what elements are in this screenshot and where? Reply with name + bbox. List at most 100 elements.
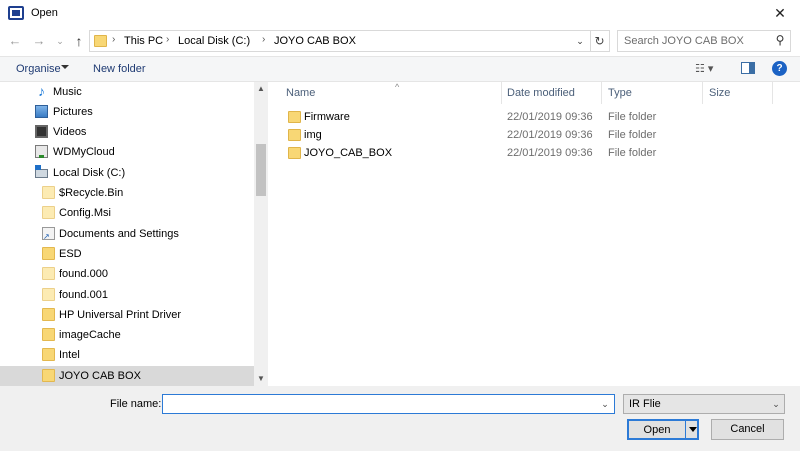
help-icon[interactable]: ?: [772, 61, 787, 76]
nav-item-label: found.000: [59, 268, 108, 280]
recent-locations-chevron-icon[interactable]: ⌄: [51, 32, 69, 50]
back-arrow-icon[interactable]: ←: [6, 32, 24, 50]
scrollbar-thumb[interactable]: [256, 144, 266, 196]
file-date: 22/01/2019 09:36: [507, 111, 593, 123]
command-toolbar: Organise New folder ☷ ▾ ?: [0, 56, 800, 82]
breadcrumb-separator: ›: [112, 34, 116, 45]
file-list: Name ^ Date modified Type Size Firmware …: [270, 82, 800, 386]
change-view-icon[interactable]: ☷ ▾: [695, 62, 727, 78]
file-type: File folder: [608, 129, 657, 141]
filename-combobox[interactable]: ⌄: [162, 394, 615, 414]
title-bar: Open ✕: [0, 0, 800, 27]
refresh-icon[interactable]: ↻: [590, 30, 610, 52]
open-button-label: Open: [643, 424, 671, 436]
folder-icon: [42, 267, 55, 280]
scroll-up-arrow-icon[interactable]: ▲: [254, 82, 268, 96]
cancel-button[interactable]: Cancel: [711, 419, 784, 440]
nav-scrollbar[interactable]: ▲ ▼: [254, 82, 268, 386]
file-date: 22/01/2019 09:36: [507, 129, 593, 141]
nav-item-joyo-cab-box[interactable]: JOYO CAB BOX: [0, 366, 254, 386]
breadcrumb-separator: ›: [166, 34, 170, 45]
filter-dropdown-chevron-icon[interactable]: ⌄: [769, 397, 783, 411]
nav-item-found-000[interactable]: found.000: [0, 264, 254, 284]
pictures-icon: [35, 105, 48, 118]
folder-icon: [288, 111, 301, 123]
shortcut-folder-icon: [42, 227, 55, 241]
new-folder-button[interactable]: New folder: [93, 63, 146, 75]
navigation-pane: ♪ Music Pictures Videos WDMyCloud Local …: [0, 82, 268, 386]
folder-icon: [42, 308, 55, 321]
close-button[interactable]: ✕: [760, 0, 800, 27]
folder-icon: [42, 247, 55, 260]
nav-item-videos[interactable]: Videos: [0, 122, 254, 142]
column-header-size[interactable]: Size: [703, 82, 773, 104]
nav-item-config-msi[interactable]: Config.Msi: [0, 203, 254, 223]
open-split-dropdown[interactable]: [685, 421, 699, 438]
music-icon: ♪: [38, 83, 45, 99]
forward-arrow-icon[interactable]: →: [30, 32, 48, 50]
folder-icon: [42, 328, 55, 341]
nav-item-label: Config.Msi: [59, 207, 111, 219]
organise-dropdown-arrow-icon[interactable]: [61, 65, 69, 69]
organise-button[interactable]: Organise: [16, 63, 61, 75]
folder-icon: [42, 348, 55, 361]
dialog-footer: File name: ⌄ IR Flie ⌄ Open Cancel: [0, 386, 800, 451]
folder-icon: [42, 369, 55, 382]
table-row[interactable]: JOYO_CAB_BOX 22/01/2019 09:36 File folde…: [282, 144, 774, 162]
filename-dropdown-chevron-icon[interactable]: ⌄: [598, 397, 612, 411]
file-name: img: [304, 129, 322, 141]
file-type: File folder: [608, 111, 657, 123]
nav-item-label: Local Disk (C:): [53, 167, 126, 179]
app-icon: [8, 6, 24, 20]
table-row[interactable]: img 22/01/2019 09:36 File folder: [282, 126, 774, 144]
preview-pane-icon[interactable]: [741, 62, 755, 74]
scroll-down-arrow-icon[interactable]: ▼: [254, 372, 268, 386]
search-input[interactable]: [624, 34, 769, 48]
breadcrumb-local-disk[interactable]: Local Disk (C:): [178, 35, 250, 47]
breadcrumb-joyo-cab-box[interactable]: JOYO CAB BOX: [274, 35, 356, 47]
nav-item-label: Pictures: [53, 106, 93, 118]
nav-item-label: $Recycle.Bin: [59, 187, 124, 199]
nav-item-label: Intel: [59, 349, 80, 361]
nav-item-esd[interactable]: ESD: [0, 244, 254, 264]
file-name: Firmware: [304, 111, 350, 123]
file-date: 22/01/2019 09:36: [507, 147, 593, 159]
nav-item-imagecache[interactable]: imageCache: [0, 325, 254, 345]
local-disk-icon: [35, 165, 48, 178]
nav-item-hp-universal-print-driver[interactable]: HP Universal Print Driver: [0, 305, 254, 325]
nav-item-documents-and-settings[interactable]: Documents and Settings: [0, 224, 254, 244]
folder-icon: [42, 288, 55, 301]
nav-item-pictures[interactable]: Pictures: [0, 102, 254, 122]
folder-icon: [94, 35, 107, 47]
open-button[interactable]: Open: [627, 419, 699, 440]
table-row[interactable]: Firmware 22/01/2019 09:36 File folder: [282, 108, 774, 126]
breadcrumb-this-pc[interactable]: This PC: [124, 35, 163, 47]
file-type: File folder: [608, 147, 657, 159]
column-header-label: Name: [286, 87, 316, 99]
nav-item-found-001[interactable]: found.001: [0, 285, 254, 305]
filename-label: File name:: [110, 398, 162, 410]
search-box[interactable]: ⚲: [617, 30, 791, 52]
sort-ascending-icon: ^: [395, 82, 400, 92]
nav-item-label: JOYO CAB BOX: [59, 370, 141, 382]
nav-item-wdmycloud[interactable]: WDMyCloud: [0, 142, 254, 162]
nav-item-label: found.001: [59, 289, 108, 301]
file-type-filter-value: IR Flie: [629, 398, 661, 410]
nav-item-label: WDMyCloud: [53, 146, 115, 158]
file-type-filter-select[interactable]: IR Flie ⌄: [623, 394, 785, 414]
search-icon[interactable]: ⚲: [773, 33, 787, 47]
column-header-name[interactable]: Name ^: [280, 82, 502, 104]
file-name: JOYO_CAB_BOX: [304, 147, 393, 159]
folder-icon: [288, 147, 301, 159]
address-dropdown-chevron-icon[interactable]: ⌄: [573, 34, 587, 48]
filename-input[interactable]: [166, 397, 586, 411]
nav-item-recycle-bin[interactable]: $Recycle.Bin: [0, 183, 254, 203]
nav-item-local-disk[interactable]: Local Disk (C:): [0, 163, 254, 183]
column-header-type[interactable]: Type: [602, 82, 703, 104]
dropdown-arrow-icon: [689, 427, 697, 432]
nav-item-intel[interactable]: Intel: [0, 345, 254, 365]
column-header-date-modified[interactable]: Date modified: [501, 82, 602, 104]
address-bar[interactable]: › This PC › Local Disk (C:) › JOYO CAB B…: [89, 30, 591, 52]
up-arrow-icon[interactable]: ↑: [70, 32, 88, 50]
nav-item-music[interactable]: ♪ Music: [0, 82, 254, 102]
